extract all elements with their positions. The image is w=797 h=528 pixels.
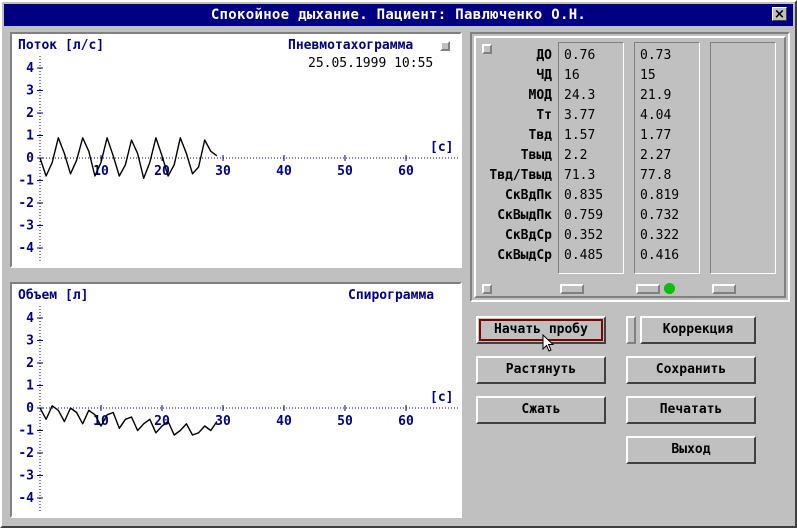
param-value-2: 2.27 xyxy=(640,148,672,163)
param-value-2: 15 xyxy=(640,68,656,83)
mouse-cursor xyxy=(542,334,555,352)
flow-graph-panel: -4 -3 -2 -1 0 1 2 3 4 10 20 30 40 50 60 Поток [л/с] Пн… xyxy=(10,32,462,268)
param-name: Тт xyxy=(536,108,552,123)
volume-title: Спирограмма xyxy=(348,288,435,303)
param-value-1: 1.57 xyxy=(564,128,596,143)
column-3-select-button[interactable] xyxy=(712,284,736,294)
y-tick-label: 0 xyxy=(26,151,34,166)
param-value-1: 0.76 xyxy=(564,48,596,63)
x-tick-label: 10 xyxy=(93,164,109,179)
x-tick-label: 60 xyxy=(398,164,414,179)
param-value-1: 3.77 xyxy=(564,108,596,123)
y-tick-label: -3 xyxy=(18,469,34,484)
flow-ylabel: Поток [л/с] xyxy=(18,38,105,53)
y-tick-label: 0 xyxy=(26,401,34,416)
values-column-3 xyxy=(710,42,776,274)
close-button[interactable]: × xyxy=(772,7,787,21)
param-value-2: 4.04 xyxy=(640,108,672,123)
y-tick-label: 2 xyxy=(26,106,34,121)
params-inner: ДО 0.76 0.73 ЧД 16 15 МОД 24.3 21.9 Тт 3.77 4.04 Твд… xyxy=(474,36,786,298)
compress-button[interactable]: Сжать xyxy=(476,396,606,424)
column-1-select-button[interactable] xyxy=(560,284,584,294)
column-2-select-button[interactable] xyxy=(636,284,660,294)
param-name: Твд xyxy=(528,128,552,143)
param-value-1: 0.352 xyxy=(564,228,604,243)
y-tick-label: -1 xyxy=(18,424,34,439)
param-value-2: 0.416 xyxy=(640,248,680,263)
param-name: ЧД xyxy=(536,68,552,83)
params-panel: ДО 0.76 0.73 ЧД 16 15 МОД 24.3 21.9 Тт 3.77 4.04 Твд… xyxy=(470,32,790,302)
y-tick-label: 1 xyxy=(26,379,34,394)
flow-title: Пневмотахограмма xyxy=(288,38,414,53)
volume-ylabel: Объем [л] xyxy=(18,288,89,303)
y-tick-label: -1 xyxy=(18,174,34,189)
window-title: Спокойное дыхание. Пациент: Павлюченко О… xyxy=(210,7,587,23)
param-value-1: 0.485 xyxy=(564,248,604,263)
param-value-2: 0.732 xyxy=(640,208,680,223)
exit-button[interactable]: Выход xyxy=(626,436,756,464)
x-tick-label: 40 xyxy=(276,414,292,429)
x-tick-label: 30 xyxy=(215,164,231,179)
start-test-button[interactable]: Начать пробу xyxy=(476,316,606,344)
volume-graph-panel: -4 -3 -2 -1 0 1 2 3 4 10 20 30 40 50 60 Объем [л] Спир… xyxy=(10,282,462,518)
param-value-2: 0.819 xyxy=(640,188,680,203)
print-button[interactable]: Печатать xyxy=(626,396,756,424)
correction-toggle[interactable] xyxy=(626,316,636,344)
volume-xunit: [с] xyxy=(430,390,454,405)
x-tick-label: 20 xyxy=(154,164,170,179)
y-tick-label: 2 xyxy=(26,356,34,371)
params-bottom-left-button[interactable] xyxy=(482,284,492,294)
param-value-2: 21.9 xyxy=(640,88,672,103)
y-tick-label: 1 xyxy=(26,129,34,144)
save-button[interactable]: Сохранить xyxy=(626,356,756,384)
volume-chart: -4-3-2-10123410 20 30 40 50 60 xyxy=(18,306,458,512)
param-name: СкВдСр xyxy=(505,228,552,243)
correction-button[interactable]: Коррекция xyxy=(640,316,756,344)
series-line xyxy=(39,405,218,436)
y-tick-label: -2 xyxy=(18,196,34,211)
param-name: СкВдПк xyxy=(505,188,552,203)
main-window: Спокойное дыхание. Пациент: Павлюченко О… xyxy=(0,0,797,528)
param-value-1: 2.2 xyxy=(564,148,588,163)
param-value-1: 0.835 xyxy=(564,188,604,203)
y-tick-label: -2 xyxy=(18,446,34,461)
y-tick-label: 3 xyxy=(26,84,34,99)
flow-plot-area: -4 -3 -2 -1 0 1 2 3 4 10 20 30 40 50 60 Поток [л/с] Пн… xyxy=(12,34,460,266)
y-tick-label: 4 xyxy=(26,61,34,76)
stretch-button[interactable]: Растянуть xyxy=(476,356,606,384)
param-name: СкВыдПк xyxy=(497,208,552,223)
y-tick-label: -4 xyxy=(18,241,34,256)
param-value-2: 0.322 xyxy=(640,228,680,243)
param-value-1: 0.759 xyxy=(564,208,604,223)
param-value-1: 24.3 xyxy=(564,88,596,103)
param-value-2: 1.77 xyxy=(640,128,672,143)
active-indicator xyxy=(664,283,675,294)
title-bar[interactable]: Спокойное дыхание. Пациент: Павлюченко О… xyxy=(4,4,793,26)
param-value-1: 16 xyxy=(564,68,580,83)
volume-plot-area: -4 -3 -2 -1 0 1 2 3 4 10 20 30 40 50 60 Объем [л] Спир… xyxy=(12,284,460,516)
x-tick-label: 50 xyxy=(337,414,353,429)
flow-options-button[interactable] xyxy=(440,41,450,51)
y-tick-label: 3 xyxy=(26,334,34,349)
y-tick-label: -4 xyxy=(18,491,34,506)
x-tick-label: 40 xyxy=(276,164,292,179)
x-tick-label: 50 xyxy=(337,164,353,179)
flow-datetime: 25.05.1999 10:55 xyxy=(308,56,434,71)
param-value-1: 71.3 xyxy=(564,168,596,183)
param-name: Твыд xyxy=(520,148,552,163)
x-tick-label: 60 xyxy=(398,414,414,429)
param-name: СкВыдСр xyxy=(497,248,552,263)
x-tick-label: 30 xyxy=(215,414,231,429)
param-name: Твд/Твыд xyxy=(489,168,552,183)
param-name: МОД xyxy=(528,88,552,103)
param-name: ДО xyxy=(536,48,552,63)
param-value-2: 77.8 xyxy=(640,168,672,183)
y-tick-label: 4 xyxy=(26,311,34,326)
param-value-2: 0.73 xyxy=(640,48,672,63)
y-tick-label: -3 xyxy=(18,219,34,234)
flow-xunit: [с] xyxy=(430,140,454,155)
